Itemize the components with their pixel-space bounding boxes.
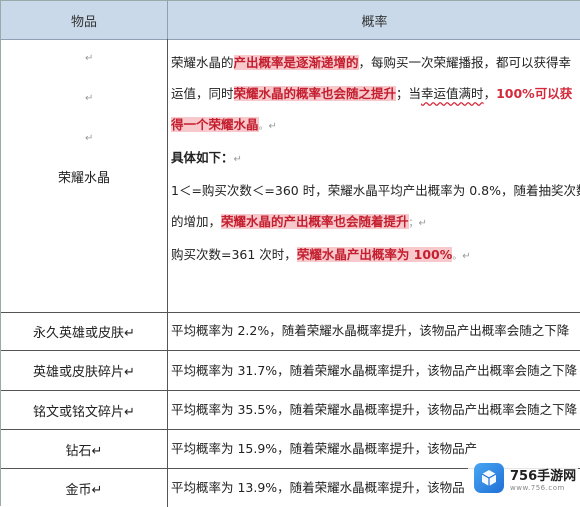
- description-line: 得一个荣耀水晶。↵: [171, 109, 579, 142]
- crystal-description: 荣耀水晶的产出概率是逐渐递增的，每购买一次荣耀播报，都可以获得幸 运值，同时荣耀水…: [171, 47, 580, 272]
- item-hero-skin: 永久英雄或皮肤↵: [33, 326, 135, 341]
- return-mark: ↵: [85, 93, 94, 104]
- description-text: 产出概率是逐渐递增的: [233, 55, 359, 70]
- header-rate: 概率: [168, 1, 580, 40]
- description-text: 荣耀水晶产出概率为 100%: [296, 247, 453, 262]
- description-line: 荣耀水晶的产出概率是逐渐递增的，每购买一次荣耀播报，都可以获得幸: [171, 47, 579, 78]
- return-mark: ↵: [85, 133, 94, 144]
- description-text: 具体如下：: [171, 150, 234, 165]
- item-gold: 金币↵: [65, 482, 103, 498]
- watermark-url: www.756.com: [510, 483, 565, 492]
- description-text: ，: [483, 86, 497, 101]
- column-divider: [167, 39, 168, 507]
- description-text: ；↵: [408, 218, 427, 229]
- description-text: 得一个荣耀水晶: [171, 117, 259, 132]
- item-crystal-name: 荣耀水晶: [57, 170, 110, 186]
- rate-hero-fragment: 平均概率为 31.7%，随着荣耀水晶概率提升，该物品产出概率会随之下降: [171, 363, 578, 378]
- rate-hero-skin: 平均概率为 2.2%，随着荣耀水晶概率提升，该物品产出概率会随之下降: [171, 323, 570, 338]
- rate-inscription: 平均概率为 35.5%，随着荣耀水晶概率提升，该物品产出概率会随之下降: [171, 402, 578, 417]
- description-text: 购买次数=361 次时，: [171, 247, 297, 262]
- header-item: 物品: [1, 1, 168, 40]
- item-diamond: 钻石↵: [65, 443, 103, 459]
- cube-logo-icon: [474, 463, 504, 493]
- description-line: 具体如下：↵: [171, 142, 579, 175]
- watermark-title: 756手游网: [510, 468, 577, 484]
- description-line: 1＜=购买次数＜=360 时，荣耀水晶平均产出概率为 0.8%，随着抽奖次数: [171, 175, 580, 206]
- probability-table: 物品 概率 ↵ ↵ ↵ 荣耀水晶 荣耀水晶的产出概率是逐渐递增的，每购买一次荣耀…: [0, 0, 580, 507]
- description-line: 的增加，荣耀水晶的产出概率也会随着提升；↵: [171, 206, 579, 239]
- description-text: ↵: [233, 154, 242, 165]
- description-line: 运值，同时荣耀水晶的概率也会随之提升；当幸运值满时，100%可以获: [171, 78, 579, 109]
- description-text: ，每购买一次荣耀播报，都可以获得幸: [358, 55, 572, 70]
- description-text: 荣耀水晶的概率也会随之提升: [233, 86, 397, 101]
- description-line: 购买次数=361 次时，荣耀水晶产出概率为 100%。↵: [171, 239, 579, 272]
- item-inscription: 铭文或铭文碎片↵: [33, 404, 135, 420]
- description-text: 100%可以获: [496, 86, 573, 101]
- description-text: 运值，同时: [171, 86, 234, 101]
- description-text: ；当: [396, 86, 422, 101]
- description-text: 幸运值满时: [421, 86, 484, 101]
- description-text: 1＜=购买次数＜=360 时，荣耀水晶平均产出概率为 0.8%，随着抽奖次数: [171, 183, 580, 198]
- item-hero-fragment: 英雄或皮肤碎片↵: [33, 365, 135, 380]
- return-mark: ↵: [85, 53, 94, 64]
- description-text: 。↵: [258, 121, 277, 132]
- description-text: 荣耀水晶的: [171, 55, 234, 70]
- description-text: 。↵: [452, 251, 471, 262]
- description-text: 荣耀水晶的产出概率也会随着提升: [221, 214, 409, 229]
- site-watermark: 756手游网 www.756.com: [468, 452, 578, 504]
- description-text: 的增加，: [171, 214, 222, 229]
